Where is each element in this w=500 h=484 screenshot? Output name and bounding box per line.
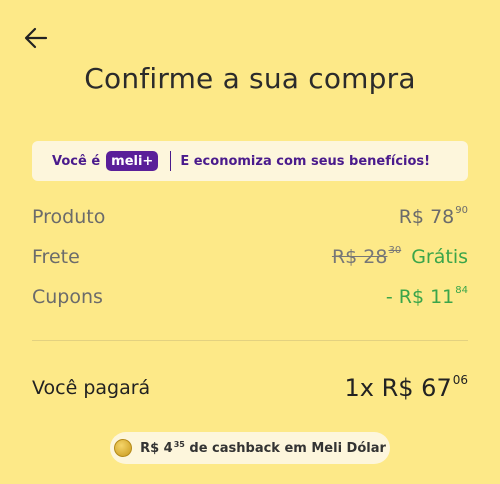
total-label: Você pagará xyxy=(32,377,151,399)
coin-icon xyxy=(114,439,133,457)
meli-plus-banner: Você é meli+ E economiza com seus benefí… xyxy=(32,141,468,181)
cashback-pill: R$ 4 35 de cashback em Meli Dólar xyxy=(110,432,390,464)
banner-text: E economiza com seus benefícios! xyxy=(180,153,431,169)
meli-plus-badge: meli+ xyxy=(106,151,159,171)
cashback-cents: 35 xyxy=(173,439,185,449)
product-label: Produto xyxy=(32,206,106,228)
shipping-old-whole: R$ 28 xyxy=(331,245,388,268)
arrow-left-icon xyxy=(24,27,48,49)
coupons-cents: 84 xyxy=(455,284,468,296)
banner-prefix: Você é xyxy=(52,153,101,169)
cashback-amount: R$ 4 35 xyxy=(140,439,185,456)
shipping-old-cents: 30 xyxy=(388,244,402,256)
total-amount: 1x R$ 67 06 xyxy=(344,373,468,402)
shipping-old-price: R$ 28 30 xyxy=(331,244,402,268)
page-title: Confirme a sua compra xyxy=(84,62,416,95)
total-whole: 67 xyxy=(421,374,452,402)
coupons-label: Cupons xyxy=(32,286,103,308)
product-currency: R$ xyxy=(398,205,425,228)
cashback-text: de cashback em Meli Dólar xyxy=(189,440,386,456)
divider xyxy=(32,340,468,341)
cashback-whole: 4 xyxy=(163,440,173,456)
total-cents: 06 xyxy=(452,373,468,387)
product-cents: 90 xyxy=(455,204,468,216)
shipping-free: Grátis xyxy=(411,245,468,268)
back-button[interactable] xyxy=(22,24,50,52)
total-row: Você pagará 1x R$ 67 06 xyxy=(32,370,468,406)
banner-divider xyxy=(170,151,172,171)
total-installments: 1x xyxy=(344,374,374,402)
product-amount: R$ 78 90 xyxy=(398,204,468,228)
cashback-currency: R$ xyxy=(140,440,160,456)
coupons-row: Cupons - R$ 11 84 xyxy=(32,281,468,313)
product-whole: 78 xyxy=(430,205,455,228)
total-currency: R$ xyxy=(381,374,414,402)
shipping-row: Frete R$ 28 30 Grátis xyxy=(32,241,468,273)
shipping-amount: R$ 28 30 Grátis xyxy=(331,244,468,268)
coupons-amount: - R$ 11 84 xyxy=(385,284,468,308)
product-row: Produto R$ 78 90 xyxy=(32,201,468,233)
shipping-label: Frete xyxy=(32,246,80,268)
coupons-prefix: - R$ xyxy=(385,285,425,308)
coupons-whole: 11 xyxy=(430,285,455,308)
